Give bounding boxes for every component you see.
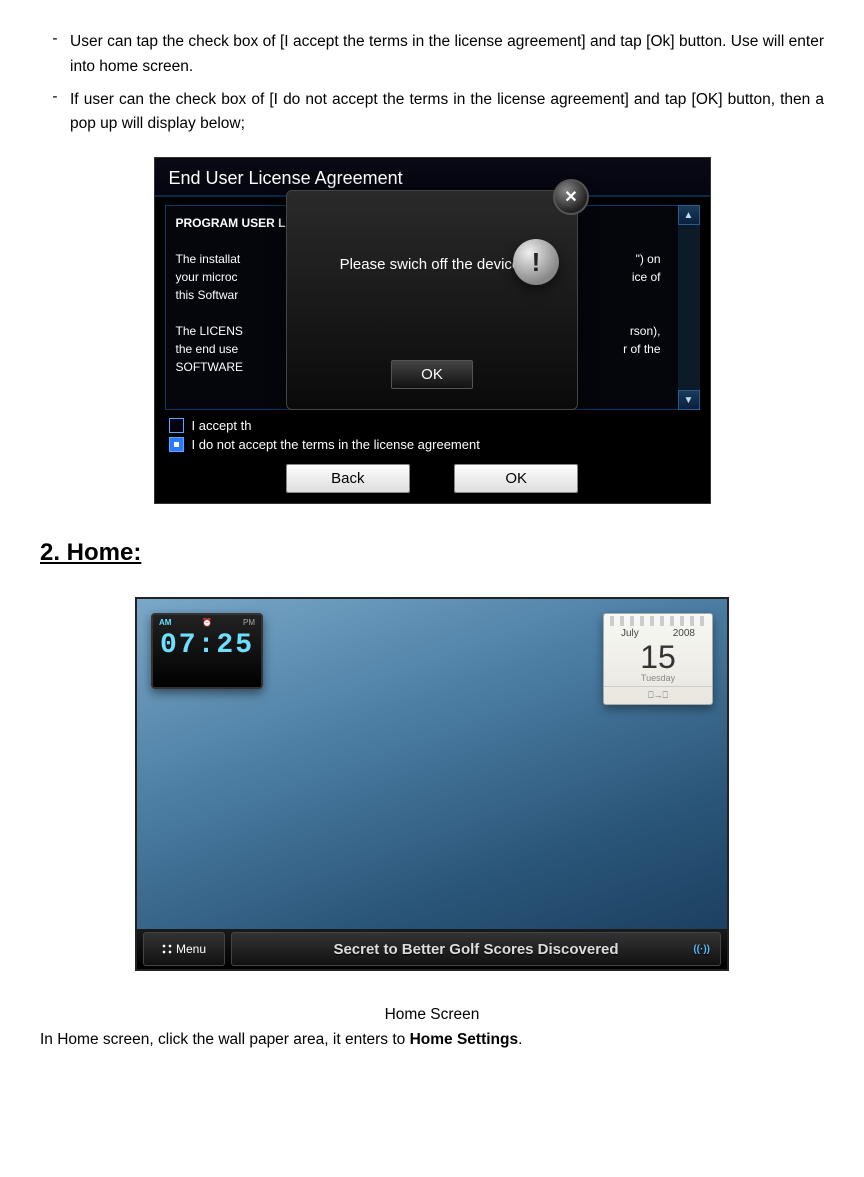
decline-label: I do not accept the terms in the license… [192, 437, 480, 452]
closing-prefix: In Home screen, click the wall paper are… [40, 1031, 410, 1048]
home-screen[interactable]: AM ⏰ PM 07:25 July 2008 15 Tuesday ⎕→⎕ M… [135, 597, 729, 971]
accept-row[interactable]: I accept th [155, 416, 710, 435]
clock-am: AM [159, 618, 171, 627]
calendar-year: 2008 [673, 628, 695, 639]
scrollbar[interactable]: ▲ ▼ [678, 205, 700, 410]
calendar-rings-icon [610, 616, 706, 626]
accept-label: I accept th [192, 418, 252, 433]
clock-header: AM ⏰ PM [153, 615, 261, 630]
bullet-marker: - [40, 30, 70, 80]
menu-icon [162, 944, 172, 954]
closing-text: In Home screen, click the wall paper are… [40, 1028, 824, 1051]
clock-widget[interactable]: AM ⏰ PM 07:25 [151, 613, 263, 689]
warning-icon: ! [513, 239, 559, 285]
scroll-down-icon[interactable]: ▼ [678, 390, 700, 410]
calendar-weekday: Tuesday [604, 673, 712, 686]
clock-pm: PM [243, 618, 255, 627]
checkbox-decline[interactable] [169, 437, 184, 452]
home-bottom-bar: Menu Secret to Better Golf Scores Discov… [137, 929, 727, 969]
checkbox-accept[interactable] [169, 418, 184, 433]
bullet-list: - User can tap the check box of [I accep… [40, 30, 824, 137]
bullet-item: - User can tap the check box of [I accep… [40, 30, 824, 80]
news-ticker[interactable]: Secret to Better Golf Scores Discovered … [231, 932, 721, 966]
decline-row[interactable]: I do not accept the terms in the license… [155, 435, 710, 454]
eula-buttons: Back OK [155, 454, 710, 493]
closing-bold: Home Settings [410, 1031, 519, 1048]
scroll-up-icon[interactable]: ▲ [678, 205, 700, 225]
bullet-text: User can tap the check box of [I accept … [70, 30, 824, 80]
back-button[interactable]: Back [286, 464, 410, 493]
eula-screenshot: End User License Agreement PROGRAM USER … [40, 157, 824, 509]
eula-window: End User License Agreement PROGRAM USER … [154, 157, 711, 504]
clock-time: 07:25 [153, 630, 261, 661]
popup-dialog: ✕ ! Please swich off the device! OK [286, 190, 578, 410]
signal-icon: ((·)) [693, 944, 710, 955]
eula-para: The LICENS [176, 322, 243, 340]
home-caption: Home Screen [40, 1006, 824, 1024]
closing-suffix: . [518, 1031, 522, 1048]
eula-para: the end use [176, 340, 239, 358]
bullet-text: If user can the check box of [I do not a… [70, 88, 824, 138]
alarm-icon: ⏰ [202, 618, 212, 627]
calendar-toggle[interactable]: ⎕→⎕ [604, 686, 712, 704]
eula-para: your microc [176, 268, 238, 286]
calendar-widget[interactable]: July 2008 15 Tuesday ⎕→⎕ [603, 613, 713, 705]
section-heading: 2. Home: [40, 539, 824, 567]
home-screenshot: AM ⏰ PM 07:25 July 2008 15 Tuesday ⎕→⎕ M… [40, 597, 824, 976]
calendar-day: 15 [604, 641, 712, 673]
menu-button[interactable]: Menu [143, 932, 225, 966]
popup-ok-button[interactable]: OK [391, 360, 473, 389]
close-icon[interactable]: ✕ [553, 179, 589, 215]
ticker-text: Secret to Better Golf Scores Discovered [333, 941, 618, 958]
ok-button[interactable]: OK [454, 464, 578, 493]
eula-para: The installat [176, 250, 241, 268]
bullet-item: - If user can the check box of [I do not… [40, 88, 824, 138]
calendar-month: July [621, 628, 639, 639]
bullet-marker: - [40, 88, 70, 138]
menu-label: Menu [176, 942, 206, 956]
